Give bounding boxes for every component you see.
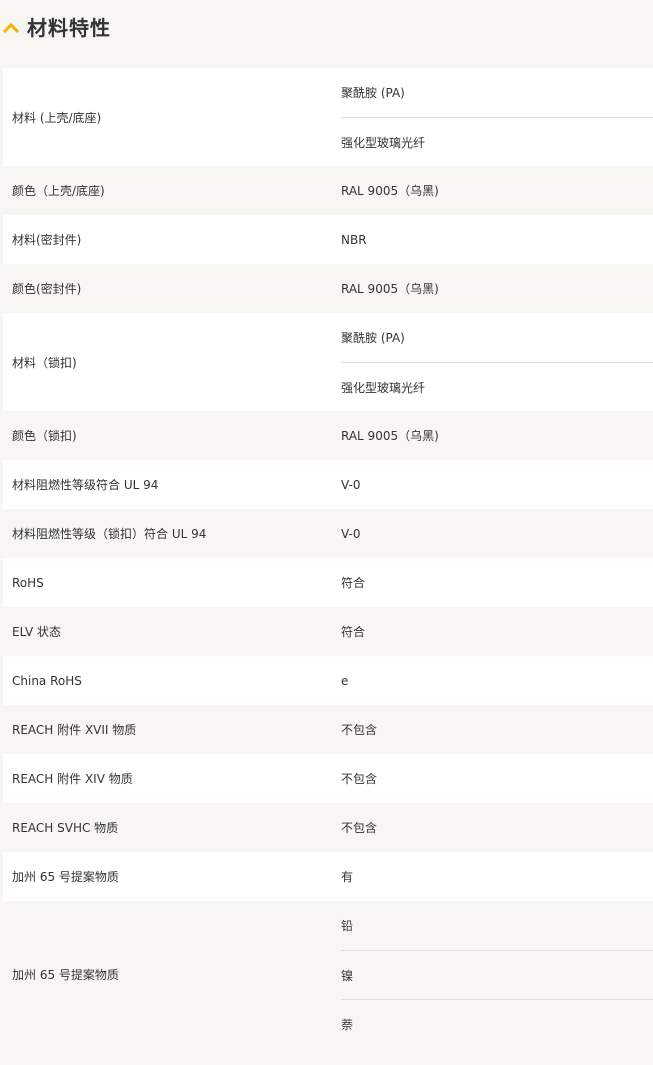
spec-row: 材料(密封件) NBR [3,215,653,264]
spec-values: RAL 9005（乌黑) [341,411,653,460]
spec-values: 聚酰胺 (PA) 强化型玻璃光纤 [341,313,653,411]
spec-label: 颜色（上壳/底座) [12,184,105,198]
spec-row: REACH 附件 XVII 物质 不包含 [3,705,653,754]
spec-value: NBR [341,232,367,247]
spec-values: 铅镍萘 [341,901,653,1048]
spec-row: REACH 附件 XIV 物质 不包含 [3,754,653,803]
spec-value: 铅 [341,919,354,933]
spec-values: 不包含 [341,803,653,852]
spec-values: RAL 9005（乌黑) [341,166,653,215]
spec-values: RAL 9005（乌黑) [341,264,653,313]
spec-row: ELV 状态 符合 [3,607,653,656]
spec-value: 聚酰胺 (PA) [341,331,405,345]
spec-value: V-0 [341,526,361,541]
spec-value: 聚酰胺 (PA) [341,86,405,100]
spec-value: 不包含 [341,772,378,786]
spec-label: 材料阻燃性等级符合 UL 94 [12,478,159,492]
spec-values: 符合 [341,558,653,607]
spec-table: 材料 (上壳/底座) 聚酰胺 (PA) 强化型玻璃光纤 颜色（上壳/底座) RAL 90… [3,68,653,1048]
spec-row: 加州 65 号提案物质 有 [3,852,653,901]
spec-values: e [341,656,653,705]
spec-label: 颜色(密封件) [12,282,82,296]
spec-label: 材料（锁扣) [12,355,77,370]
spec-values: 聚酰胺 (PA) 强化型玻璃光纤 [341,68,653,166]
spec-row: REACH SVHC 物质 不包含 [3,803,653,852]
spec-row: 加州 65 号提案物质 铅镍萘 [3,901,653,1048]
spec-row: 材料阻燃性等级符合 UL 94 V-0 [3,460,653,509]
spec-row: RoHS 符合 [3,558,653,607]
spec-value: 符合 [341,576,366,590]
spec-row: 材料（锁扣) 聚酰胺 (PA) 强化型玻璃光纤 [3,313,653,411]
spec-value: RAL 9005（乌黑) [341,184,439,198]
spec-value: 符合 [341,625,366,639]
spec-values: V-0 [341,460,653,509]
spec-label: 加州 65 号提案物质 [12,968,119,982]
spec-value: RAL 9005（乌黑) [341,282,439,296]
spec-values: 符合 [341,607,653,656]
spec-values: 有 [341,852,653,901]
spec-row: 颜色(密封件) RAL 9005（乌黑) [3,264,653,313]
chevron-up-icon[interactable] [3,21,19,33]
spec-value: 不包含 [341,821,378,835]
spec-row: 颜色（锁扣) RAL 9005（乌黑) [3,411,653,460]
spec-label: 加州 65 号提案物质 [12,870,119,884]
spec-value: 镍 [341,950,653,999]
spec-row: China RoHS e [3,656,653,705]
spec-label: RoHS [12,575,44,590]
spec-values: V-0 [341,509,653,558]
spec-row: 颜色（上壳/底座) RAL 9005（乌黑) [3,166,653,215]
spec-value: V-0 [341,477,361,492]
section-header[interactable]: 材料特性 [0,0,653,52]
section-title: 材料特性 [27,15,111,40]
spec-label: 材料阻燃性等级（锁扣）符合 UL 94 [12,527,207,541]
spec-label: REACH SVHC 物质 [12,821,119,835]
spec-value: 强化型玻璃光纤 [341,117,653,166]
spec-row: 材料 (上壳/底座) 聚酰胺 (PA) 强化型玻璃光纤 [3,68,653,166]
spec-label: REACH 附件 XVII 物质 [12,723,137,737]
spec-label: REACH 附件 XIV 物质 [12,772,133,786]
spec-value: RAL 9005（乌黑) [341,429,439,443]
spec-label: China RoHS [12,673,82,688]
spec-value: e [341,673,349,688]
spec-row: 材料阻燃性等级（锁扣）符合 UL 94 V-0 [3,509,653,558]
spec-values: NBR [341,215,653,264]
spec-label: 材料 (上壳/底座) [12,110,102,125]
spec-value: 有 [341,870,354,884]
spec-label: 材料(密封件) [12,233,82,247]
spec-values: 不包含 [341,754,653,803]
spec-label: 颜色（锁扣) [12,429,77,443]
spec-value: 强化型玻璃光纤 [341,362,653,411]
spec-label: ELV 状态 [12,625,61,639]
spec-value: 萘 [341,999,653,1048]
spec-values: 不包含 [341,705,653,754]
spec-value: 不包含 [341,723,378,737]
